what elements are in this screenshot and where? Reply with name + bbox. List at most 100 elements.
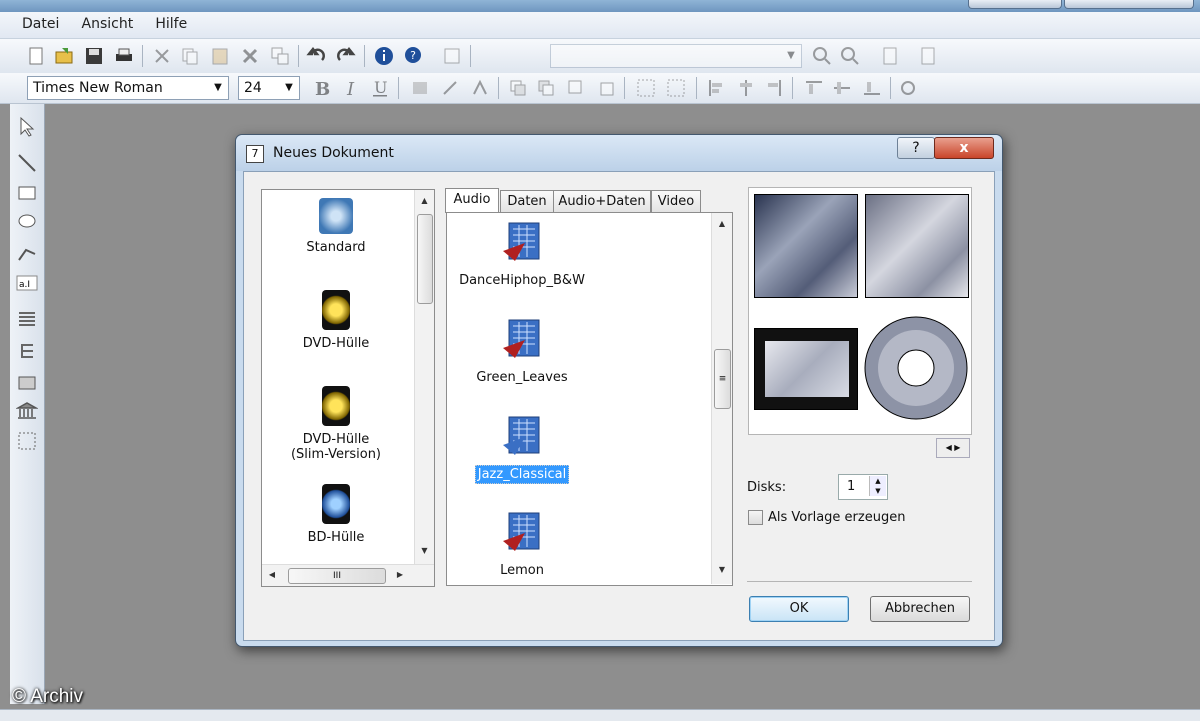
tab-video[interactable]: Video	[651, 190, 701, 212]
italic-icon[interactable]: I	[342, 78, 362, 98]
preview-nav[interactable]: ◀ ▶	[936, 438, 970, 458]
scroll-thumb[interactable]: ≡	[714, 349, 731, 409]
tab-audio[interactable]: Audio	[445, 188, 499, 213]
copy-icon[interactable]	[180, 46, 200, 66]
send-back-icon[interactable]	[536, 78, 556, 98]
new-document-icon[interactable]	[26, 46, 46, 66]
template-label: Green_Leaves	[476, 370, 568, 385]
redo-icon[interactable]	[336, 46, 356, 66]
fill-color-icon[interactable]	[410, 78, 430, 98]
scroll-up-icon[interactable]: ▲	[712, 219, 732, 228]
center-page-icon[interactable]	[898, 78, 918, 98]
als-vorlage-checkbox[interactable]	[748, 510, 763, 525]
image-tool-icon[interactable]	[16, 372, 38, 394]
text-color-icon[interactable]	[470, 78, 490, 98]
chevron-right-icon[interactable]: ▶	[954, 443, 960, 452]
align-bottom-icon[interactable]	[862, 78, 882, 98]
list-item-standard[interactable]: Standard	[262, 198, 410, 255]
tab-daten[interactable]: Daten	[500, 190, 554, 212]
backward-icon[interactable]	[596, 78, 616, 98]
cancel-button[interactable]: Abbrechen	[870, 596, 970, 622]
select-arrow-icon[interactable]	[16, 116, 38, 138]
save-disk-icon[interactable]	[84, 46, 104, 66]
list-item-template[interactable]: DanceHiphop_B&W	[447, 221, 597, 288]
chevron-down-icon: ▼	[214, 82, 222, 93]
format-toolbar: Times New Roman ▼ 24 ▼ B I U	[0, 73, 1200, 104]
scroll-up-icon[interactable]: ▲	[415, 196, 434, 205]
info-icon[interactable]	[374, 46, 394, 66]
font-size-select[interactable]: 24 ▼	[238, 76, 300, 100]
delete-x-icon[interactable]	[240, 46, 260, 66]
help-button[interactable]: ?	[897, 137, 935, 159]
text-tool-icon[interactable]: a.I	[16, 272, 38, 294]
scroll-right-icon[interactable]: ▶	[394, 570, 406, 579]
chevron-left-icon[interactable]: ◀	[946, 443, 952, 452]
ungroup-icon[interactable]	[666, 78, 686, 98]
cut-scissors-icon[interactable]	[152, 46, 172, 66]
template-preview	[748, 187, 972, 435]
align-top-icon[interactable]	[804, 78, 824, 98]
window-maximize-button[interactable]	[968, 0, 1062, 9]
ellipse-tool-icon[interactable]	[16, 210, 38, 232]
properties-icon[interactable]	[442, 46, 462, 66]
scroll-down-icon[interactable]: ▼	[712, 565, 732, 574]
menu-ansicht[interactable]: Ansicht	[82, 12, 134, 32]
paste-icon[interactable]	[210, 46, 230, 66]
crop-tool-icon[interactable]	[16, 430, 38, 452]
menu-hilfe[interactable]: Hilfe	[155, 12, 187, 32]
stepper-arrows-icon[interactable]: ▲ ▼	[869, 476, 886, 496]
ok-button[interactable]: OK	[749, 596, 849, 622]
list-item-template[interactable]: Green_Leaves	[447, 318, 597, 385]
scroll-thumb[interactable]	[417, 214, 433, 304]
undo-icon[interactable]	[306, 46, 326, 66]
list-tool-icon[interactable]	[16, 340, 38, 362]
archive-building-icon[interactable]	[16, 400, 38, 422]
hscroll-thumb[interactable]: III	[288, 568, 386, 584]
list-item-dvd-case[interactable]: DVD-Hülle	[262, 290, 410, 351]
list-item-dvd-slim[interactable]: DVD-Hülle (Slim-Version)	[262, 386, 410, 462]
window-close-button[interactable]	[1064, 0, 1194, 9]
menu-datei[interactable]: Datei	[22, 12, 59, 32]
list-item-template[interactable]: Lemon	[447, 511, 597, 578]
disks-stepper[interactable]: 1 ▲ ▼	[838, 474, 888, 500]
list-item-template-selected[interactable]: Jazz_Classical	[447, 415, 597, 484]
zoom-combo[interactable]: ▼	[550, 44, 802, 68]
scroll-down-icon[interactable]: ▼	[415, 546, 434, 555]
forward-icon[interactable]	[566, 78, 586, 98]
duplicate-icon[interactable]	[270, 46, 290, 66]
open-folder-icon[interactable]	[54, 46, 74, 66]
close-button[interactable]: x	[934, 137, 994, 159]
page-fit-icon[interactable]	[918, 46, 938, 66]
template-list-vscrollbar[interactable]: ▲ ≡ ▼	[711, 213, 732, 584]
rectangle-tool-icon[interactable]	[16, 182, 38, 204]
line-color-icon[interactable]	[440, 78, 460, 98]
print-icon[interactable]	[114, 46, 134, 66]
align-left-icon[interactable]	[706, 78, 726, 98]
group-icon[interactable]	[636, 78, 656, 98]
font-family-value: Times New Roman	[33, 80, 163, 96]
zoom-out-icon[interactable]	[840, 46, 860, 66]
svg-text:I: I	[346, 79, 355, 98]
align-middle-icon[interactable]	[832, 78, 852, 98]
align-right-icon[interactable]	[764, 78, 784, 98]
type-list-vscrollbar[interactable]: ▲ ▼	[414, 190, 434, 564]
align-center-icon[interactable]	[736, 78, 756, 98]
chevron-down-icon: ▼	[285, 82, 293, 93]
window-titlebar	[0, 0, 1200, 12]
line-tool-icon[interactable]	[16, 152, 38, 174]
underline-icon[interactable]: U	[370, 78, 390, 98]
polyline-tool-icon[interactable]	[16, 242, 38, 264]
scroll-left-icon[interactable]: ◀	[266, 570, 278, 579]
paragraph-tool-icon[interactable]	[16, 308, 38, 330]
list-item-bd-case[interactable]: BD-Hülle	[262, 484, 410, 545]
font-family-select[interactable]: Times New Roman ▼	[27, 76, 229, 100]
page-icon[interactable]	[880, 46, 900, 66]
help-search-icon[interactable]: ?	[404, 46, 424, 66]
zoom-in-icon[interactable]	[812, 46, 832, 66]
type-list-hscrollbar[interactable]: ◀ III ▶	[262, 564, 434, 586]
bold-icon[interactable]: B	[312, 78, 332, 98]
button-divider	[747, 581, 972, 582]
bring-front-icon[interactable]	[508, 78, 528, 98]
list-item-label: BD-Hülle	[307, 530, 365, 545]
tab-audio-daten[interactable]: Audio+Daten	[553, 190, 651, 212]
